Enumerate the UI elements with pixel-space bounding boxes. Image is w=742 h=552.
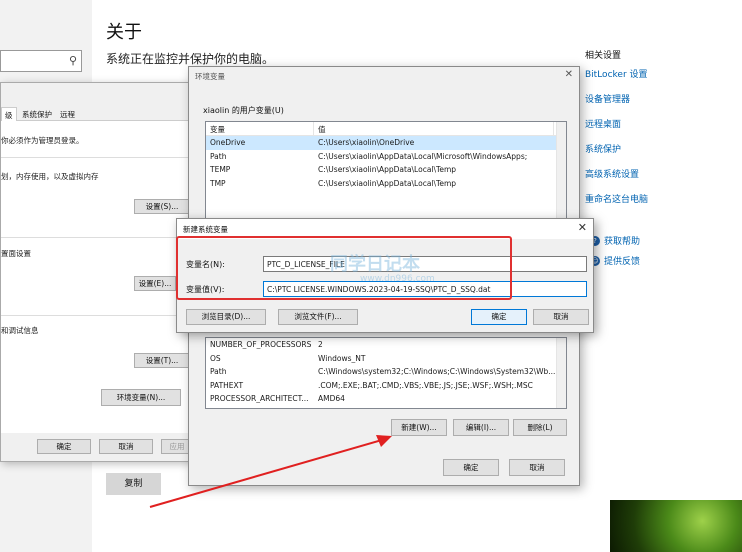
system-properties-tabs: 级 系统保护 远程 [1, 107, 193, 121]
new-variable-button[interactable]: 新建(W)... [391, 419, 447, 436]
var-value: C:\Users\xiaolin\AppData\Local\Temp [318, 178, 457, 188]
tab-system-protection[interactable]: 系统保护 [19, 107, 55, 121]
system-vars-scrollbar[interactable] [556, 338, 566, 408]
copy-button[interactable]: 复制 [106, 473, 161, 495]
profile-desc: 置面设置 [1, 249, 31, 258]
page-subtitle: 系统正在监控并保护你的电脑。 [106, 52, 275, 66]
system-vars-list[interactable]: NUMBER_OF_PROCESSORS 2 OS Windows_NT Pat… [205, 337, 567, 409]
tab-advanced[interactable]: 级 [1, 107, 17, 121]
search-icon[interactable]: ⚲ [69, 54, 77, 67]
sysprops-ok-button[interactable]: 确定 [37, 439, 91, 454]
related-settings-title: 相关设置 [585, 51, 622, 61]
link-rename-pc[interactable]: 重命名这台电脑 [585, 192, 742, 217]
edit-variable-button[interactable]: 编辑(I)... [453, 419, 509, 436]
divider [1, 237, 193, 238]
get-help-label: 获取帮助 [604, 237, 641, 247]
get-help-link[interactable]: ? 获取帮助 [590, 234, 640, 247]
admin-note: 你必须作为管理员登录。 [1, 136, 84, 145]
table-row[interactable]: NUMBER_OF_PROCESSORS 2 [206, 338, 566, 352]
browse-file-button[interactable]: 浏览文件(F)... [278, 309, 358, 325]
watermark-text: 同学日记本 [330, 254, 420, 275]
feedback-label: 提供反馈 [604, 257, 641, 267]
profile-settings-button[interactable]: 设置(E)... [134, 276, 176, 291]
var-name: PATHEXT [210, 380, 244, 390]
close-icon[interactable]: ✕ [578, 221, 587, 234]
env-ok-button[interactable]: 确定 [443, 459, 499, 476]
var-name: OS [210, 353, 221, 363]
var-name: PROCESSOR_ARCHITECT... [210, 394, 309, 404]
table-row[interactable]: PATHEXT .COM;.EXE;.BAT;.CMD;.VBS;.VBE;.J… [206, 379, 566, 393]
startup-desc: 和调试信息 [1, 326, 39, 335]
performance-desc: 划，内存使用，以及虚拟内存 [1, 172, 99, 181]
newvar-ok-button[interactable]: 确定 [471, 309, 527, 325]
delete-variable-button[interactable]: 删除(L) [513, 419, 567, 436]
var-name: TMP [210, 178, 226, 188]
link-remote-desktop[interactable]: 远程桌面 [585, 117, 742, 142]
var-value: 2 [318, 340, 323, 350]
table-row[interactable]: PROCESSOR_ARCHITECT... AMD64 [206, 392, 566, 406]
tab-remote[interactable]: 远程 [57, 107, 78, 121]
system-properties-dialog: 级 系统保护 远程 你必须作为管理员登录。 划，内存使用，以及虚拟内存 设置(S… [0, 82, 193, 462]
watermark-url: www.dn996.com [360, 274, 435, 284]
env-cancel-button[interactable]: 取消 [509, 459, 565, 476]
divider [1, 157, 193, 158]
var-value: .COM;.EXE;.BAT;.CMD;.VBS;.VBE;.JS;.JSE;.… [318, 380, 533, 390]
var-value: Windows_NT [318, 353, 366, 363]
table-row[interactable]: TEMP C:\Users\xiaolin\AppData\Local\Temp [206, 163, 566, 177]
browse-directory-button[interactable]: 浏览目录(D)... [186, 309, 266, 325]
var-name: TEMP [210, 165, 231, 175]
user-vars-scrollbar[interactable] [556, 122, 566, 220]
link-bitlocker[interactable]: BitLocker 设置 [585, 67, 742, 92]
close-icon[interactable]: ✕ [565, 69, 573, 80]
var-value: C:\Users\xiaolin\OneDrive [318, 138, 415, 148]
var-name: Path [210, 367, 227, 377]
startup-settings-button[interactable]: 设置(T)... [134, 353, 190, 368]
sysprops-cancel-button[interactable]: 取消 [99, 439, 153, 454]
var-name: OneDrive [210, 138, 246, 148]
var-name: NUMBER_OF_PROCESSORS [210, 340, 312, 350]
link-advanced-system[interactable]: 高级系统设置 [585, 167, 742, 192]
divider [1, 315, 193, 316]
settings-search-box[interactable]: ⚲ [0, 50, 82, 72]
column-header-variable[interactable]: 变量 [206, 122, 314, 135]
link-system-protection[interactable]: 系统保护 [585, 142, 742, 167]
wallpaper-leaf-image [610, 500, 742, 552]
table-row[interactable]: Path C:\Users\xiaolin\AppData\Local\Micr… [206, 150, 566, 164]
newvar-cancel-button[interactable]: 取消 [533, 309, 589, 325]
environment-variables-button[interactable]: 环境变量(N)... [101, 389, 181, 406]
related-settings: 相关设置 BitLocker 设置 设备管理器 远程桌面 系统保护 高级系统设置… [585, 48, 742, 217]
table-row[interactable]: TMP C:\Users\xiaolin\AppData\Local\Temp [206, 177, 566, 191]
user-vars-label: xiaolin 的用户变量(U) [203, 106, 284, 115]
column-header-value[interactable]: 值 [314, 122, 554, 135]
user-vars-list[interactable]: 变量 值 OneDrive C:\Users\xiaolin\OneDrive … [205, 121, 567, 221]
var-name: Path [210, 151, 227, 161]
page-title: 关于 [106, 22, 142, 43]
var-value: C:\Users\xiaolin\AppData\Local\Temp [318, 165, 457, 175]
var-value: C:\Windows\system32;C:\Windows;C:\Window… [318, 367, 556, 377]
table-row[interactable]: OS Windows_NT [206, 352, 566, 366]
var-value: C:\Users\xiaolin\AppData\Local\Microsoft… [318, 151, 528, 161]
user-vars-header: 变量 值 [206, 122, 566, 136]
advanced-tab-content: 你必须作为管理员登录。 划，内存使用，以及虚拟内存 设置(S)... 置面设置 … [1, 121, 193, 433]
table-row[interactable]: OneDrive C:\Users\xiaolin\OneDrive [206, 136, 566, 150]
feedback-link[interactable]: ☺ 提供反馈 [590, 254, 640, 267]
env-dialog-title: 环境变量 [195, 72, 225, 81]
var-value: AMD64 [318, 394, 345, 404]
dialog-title: 新建系统变量 [183, 225, 228, 234]
link-device-manager[interactable]: 设备管理器 [585, 92, 742, 117]
table-row[interactable]: Path C:\Windows\system32;C:\Windows;C:\W… [206, 365, 566, 379]
performance-settings-button[interactable]: 设置(S)... [134, 199, 190, 214]
